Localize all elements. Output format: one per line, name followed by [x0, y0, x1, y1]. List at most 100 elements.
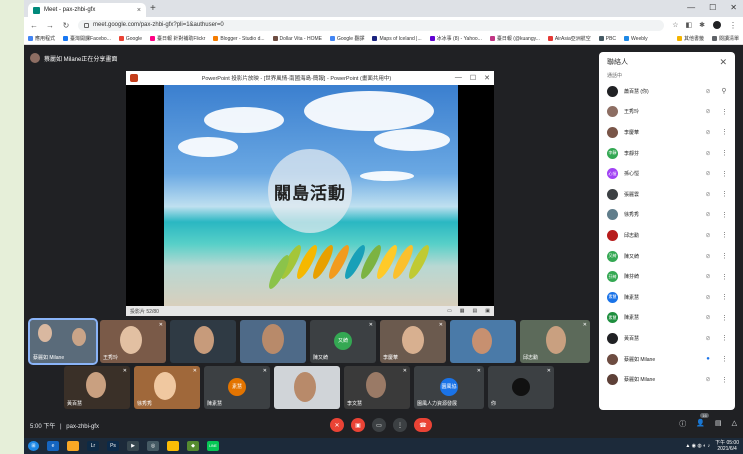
more-options-icon[interactable]: ⋮ — [721, 231, 728, 239]
more-options-icon[interactable]: ⋮ — [721, 314, 728, 322]
maximize-icon[interactable]: ☐ — [709, 3, 716, 12]
cloud — [304, 91, 434, 131]
close-panel-icon[interactable]: ✕ — [719, 57, 727, 68]
participant-row[interactable]: 素慧 陳素慧 ⊘ ⋮ — [599, 308, 735, 329]
bookmark-11[interactable]: PBC — [598, 36, 616, 42]
address-bar[interactable]: meet.google.com/pax-zhbi-gfx?pli=1&authu… — [78, 19, 665, 31]
participant-row[interactable]: 邱志勳 ⊘ ⋮ — [599, 225, 735, 246]
participant-row[interactable]: 李靜 李靜芬 ⊘ ⋮ — [599, 143, 735, 164]
start-icon[interactable]: ⊞ — [28, 441, 39, 451]
other-bookmarks[interactable]: 其他書籤 — [676, 35, 704, 42]
participant-name: 陳素慧 — [624, 294, 640, 301]
more-options-icon[interactable]: ⋮ — [721, 293, 728, 301]
more-options-icon[interactable]: ⋮ — [721, 108, 728, 116]
activities-icon[interactable]: △ — [732, 419, 737, 429]
participant-row[interactable]: 王秀玲 ⊘ ⋮ — [599, 102, 735, 123]
more-options-icon[interactable]: ⋮ — [721, 252, 728, 260]
reload-icon[interactable]: ↻ — [62, 21, 70, 30]
participant-row[interactable]: 芬綺 陳芬綺 ⊘ ⋮ — [599, 266, 735, 287]
participant-tile[interactable]: ✕ 邱志勳 — [520, 320, 590, 363]
more-options-icon[interactable]: ⋮ — [721, 334, 728, 342]
bookmark-8[interactable]: 冰冰事 (8) - Yahoo... — [429, 35, 482, 42]
participant-row[interactable]: 李慶華 ⊘ ⋮ — [599, 122, 735, 143]
leave-call-button[interactable]: ☎ — [414, 418, 432, 432]
chrome-icon[interactable] — [167, 441, 179, 451]
more-options-icon[interactable]: ⋮ — [721, 170, 728, 178]
participant-tile[interactable] — [274, 366, 340, 409]
bookmark-4[interactable]: Blogger - Studio d... — [213, 36, 265, 42]
participant-row[interactable]: 素慧 陳素慧 ⊘ ⋮ — [599, 287, 735, 308]
participant-row[interactable]: 心愷 孫心愷 ⊘ ⋮ — [599, 163, 735, 184]
participant-tile[interactable]: ✕ 李慶華 — [380, 320, 446, 363]
participant-tile[interactable]: 蔡麗如 Milane — [28, 318, 98, 365]
minimize-icon[interactable]: — — [687, 3, 695, 12]
participant-row[interactable]: 張麗雲 ⊘ ⋮ — [599, 184, 735, 205]
present-button[interactable]: ▭ — [372, 418, 386, 432]
reading-list[interactable]: 閱讀清單 — [711, 35, 739, 42]
participant-tile[interactable]: 又綺 ✕ 陳又綺 — [310, 320, 376, 363]
participant-row[interactable]: 又綺 陳又綺 ⊘ ⋮ — [599, 246, 735, 267]
bookmark-7[interactable]: Maps of Iceland |... — [372, 36, 422, 42]
media-player-icon[interactable]: ▶ — [127, 441, 139, 451]
photoshop-icon[interactable]: Ps — [107, 441, 119, 451]
new-tab-icon[interactable]: + — [150, 4, 156, 14]
bookmark-3[interactable]: 臺日報 針對補助Flickr — [150, 35, 205, 42]
participant-row[interactable]: 黃百慧 ⊘ ⋮ — [599, 328, 735, 349]
ie-icon[interactable]: e — [47, 441, 59, 451]
participant-row[interactable]: 蔡麗如 Milane ⊘ ⋮ — [599, 369, 735, 390]
close-tab-icon[interactable]: × — [137, 7, 141, 14]
participant-tile[interactable]: ✕ 王秀玲 — [100, 320, 166, 363]
participant-tile[interactable]: ✕ 徐秀秀 — [134, 366, 200, 409]
mic-toggle-button[interactable]: ✕ — [330, 418, 344, 432]
participant-tile-self[interactable]: ✕ 你 — [488, 366, 554, 409]
lightroom-icon[interactable]: Lr — [87, 441, 99, 451]
bookmark-12[interactable]: Weebly — [624, 36, 648, 42]
more-options-icon[interactable]: ⋮ — [721, 211, 728, 219]
bookmark-0[interactable]: 應用程式 — [28, 35, 55, 42]
participant-tile[interactable]: 素慧 ✕ 陳素慧 — [204, 366, 270, 409]
participant-tile[interactable]: 園風協 ✕ 園風人力資源發展 — [414, 366, 484, 409]
more-options-icon[interactable]: ⋮ — [721, 149, 728, 157]
menu-icon[interactable]: ⋮ — [729, 21, 737, 30]
participant-row[interactable]: 徐秀秀 ⊘ ⋮ — [599, 205, 735, 226]
more-options-button[interactable]: ⋮ — [393, 418, 407, 432]
participant-row[interactable]: 蔡麗如 Milane ● ⋮ — [599, 349, 735, 370]
participant-tile[interactable] — [170, 320, 236, 363]
bookmark-2[interactable]: Google — [118, 36, 142, 42]
puzzle-icon[interactable]: ✱ — [699, 21, 705, 29]
participant-tile[interactable]: ✕ 黃百慧 — [64, 366, 130, 409]
bookmark-6[interactable]: Google 翻譯 — [329, 35, 364, 42]
camera-toggle-button[interactable]: ▣ — [351, 418, 365, 432]
app-icon[interactable]: ◎ — [147, 441, 159, 451]
forward-icon[interactable]: → — [46, 21, 54, 30]
chat-icon[interactable]: ▤ — [715, 419, 722, 429]
more-options-icon[interactable]: ⋮ — [721, 376, 728, 384]
participant-tile[interactable] — [240, 320, 306, 363]
profile-avatar[interactable] — [713, 21, 721, 29]
line-icon[interactable]: LINE — [207, 441, 219, 451]
more-options-icon[interactable]: ⋮ — [721, 190, 728, 198]
explorer-icon[interactable] — [67, 441, 79, 451]
bookmark-10[interactable]: AirAsia亞洲航空 — [547, 35, 591, 42]
back-icon[interactable]: ← — [30, 21, 38, 30]
browser-tab-meet[interactable]: Meet - pax-zhbi-gfx × — [28, 3, 146, 17]
people-button[interactable]: 👤 16 — [696, 413, 709, 429]
panel-title: 聯絡人 — [607, 59, 628, 66]
bookmark-5[interactable]: Dollar Vita - HOME — [272, 36, 322, 42]
clock[interactable]: 下午 05:00 2021/6/4 — [715, 440, 739, 452]
more-options-icon[interactable]: ⋮ — [721, 128, 728, 136]
more-options-icon[interactable]: ⋮ — [721, 355, 728, 363]
tray-icons[interactable]: ▲ ◉ ◍ ◐ ♪ — [685, 443, 710, 449]
bookmark-9[interactable]: 臺日報 (@kuangy... — [489, 35, 540, 42]
participant-row[interactable]: 蕭百慧 (你) ⊘ ⚲ — [599, 81, 735, 102]
info-icon[interactable]: ⓘ — [679, 419, 686, 429]
bookmark-1[interactable]: 臺灣開課Facebo... — [63, 35, 111, 42]
star-icon[interactable]: ☆ — [672, 21, 678, 29]
close-window-icon[interactable]: ✕ — [730, 3, 737, 12]
participant-tile[interactable] — [450, 320, 516, 363]
pin-icon[interactable]: ⚲ — [721, 87, 727, 95]
participant-tile[interactable]: ✕ 李文慧 — [344, 366, 410, 409]
app-icon[interactable]: ◆ — [187, 441, 199, 451]
more-options-icon[interactable]: ⋮ — [721, 273, 728, 281]
extension-icon[interactable]: ◧ — [686, 21, 693, 29]
